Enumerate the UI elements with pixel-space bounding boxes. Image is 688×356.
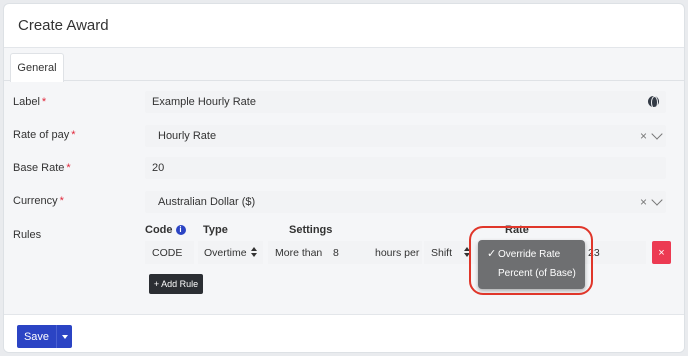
create-award-card: Create Award General Label * Example Hour… — [3, 3, 685, 353]
save-options-button[interactable] — [56, 325, 72, 348]
chevron-down-icon[interactable] — [651, 194, 663, 206]
currency-select[interactable]: Australian Dollar ($) × — [145, 191, 666, 213]
tab-general[interactable]: General — [10, 53, 64, 82]
page-title: Create Award — [18, 17, 109, 34]
base-rate-input[interactable]: 20 — [145, 157, 666, 179]
form-footer: Save — [4, 314, 684, 352]
rate-of-pay-label: Rate of pay * — [13, 129, 76, 141]
rule-code-input[interactable]: CODE — [145, 241, 194, 264]
label-input[interactable]: Example Hourly Rate — [145, 91, 666, 113]
clear-icon[interactable]: × — [640, 195, 647, 209]
rule-condition-select[interactable]: More than — [268, 241, 328, 264]
info-icon[interactable]: i — [175, 225, 186, 235]
caret-down-icon — [61, 334, 68, 339]
add-rule-button[interactable]: + Add Rule — [149, 274, 203, 294]
base-rate-label: Base Rate * — [13, 162, 71, 174]
rules-header-settings: Settings — [289, 224, 333, 236]
rule-rate-input[interactable]: 23 — [584, 241, 646, 264]
currency-label: Currency * — [13, 195, 64, 207]
page-header: Create Award — [4, 4, 684, 48]
globe-icon[interactable] — [648, 96, 659, 109]
rule-type-select[interactable]: Overtime — [198, 241, 263, 264]
up-down-arrows-icon — [251, 247, 257, 258]
rule-hours-input[interactable]: 8 — [328, 241, 372, 264]
chevron-down-icon[interactable] — [651, 128, 663, 140]
rule-per-label: hours per — [372, 241, 422, 264]
rules-header-type: Type — [203, 224, 228, 236]
label-field-label: Label * — [13, 96, 47, 108]
clear-icon[interactable]: × — [640, 129, 647, 143]
rules-header-code: Code i — [145, 224, 186, 236]
save-button-group: Save — [17, 325, 72, 348]
annotation-highlight-ring — [469, 226, 593, 295]
delete-rule-button[interactable]: × — [652, 241, 671, 264]
tab-bar: General — [4, 48, 684, 82]
save-button[interactable]: Save — [17, 325, 56, 348]
rate-of-pay-select[interactable]: Hourly Rate × — [145, 125, 666, 147]
rules-label: Rules — [13, 229, 42, 241]
